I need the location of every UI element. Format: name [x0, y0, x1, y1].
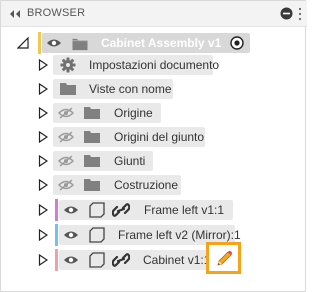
tree-item-label: Frame left v2 (Mirror):1 — [118, 228, 241, 242]
component-icon — [89, 227, 105, 243]
eye-icon[interactable] — [46, 38, 62, 48]
component-icon — [89, 202, 105, 218]
root-label: Cabinet Assembly v1 — [101, 36, 222, 50]
root-accent-bar — [38, 32, 41, 54]
browser-title: BROWSER — [27, 7, 86, 19]
collapsed-triangle-icon[interactable] — [38, 131, 48, 143]
activate-radio-icon[interactable] — [230, 36, 244, 50]
folder-icon — [84, 179, 100, 191]
tree-item[interactable]: Origine — [1, 102, 307, 124]
component-accent-bar — [55, 224, 58, 246]
tree-item[interactable]: Giunti — [1, 150, 307, 172]
tree-item[interactable]: Impostazioni documento — [1, 54, 307, 76]
tree-item-label: Origini del giunto — [114, 130, 205, 144]
tree-item[interactable]: Origini del giunto — [1, 126, 307, 148]
collapsed-triangle-icon[interactable] — [38, 155, 48, 167]
link-icon — [112, 253, 130, 267]
gear-icon — [60, 57, 76, 73]
collapsed-triangle-icon[interactable] — [38, 204, 48, 216]
eye-hidden-icon[interactable] — [58, 179, 74, 191]
folder-icon — [84, 155, 100, 167]
expanded-triangle-icon[interactable] — [17, 37, 29, 49]
component-accent-bar — [55, 249, 58, 271]
tree-root[interactable]: Cabinet Assembly v1 — [1, 32, 307, 54]
eye-hidden-icon[interactable] — [58, 155, 74, 167]
tree-item-label: Viste con nome — [89, 82, 172, 96]
collapsed-triangle-icon[interactable] — [38, 107, 48, 119]
panel-grip-icon[interactable] — [297, 5, 303, 23]
tree-item-label: Costruzione — [114, 178, 179, 192]
collapsed-triangle-icon[interactable] — [38, 254, 48, 266]
collapsed-triangle-icon[interactable] — [38, 179, 48, 191]
folder-icon — [84, 131, 100, 143]
tree-item[interactable]: Frame left v1:1 — [1, 199, 307, 221]
eye-icon[interactable] — [63, 230, 79, 240]
folder-icon — [84, 107, 100, 119]
component-accent-bar — [55, 199, 58, 221]
eye-icon[interactable] — [63, 255, 79, 265]
eye-hidden-icon[interactable] — [58, 131, 74, 143]
browser-panel: BROWSER Cabinet Assembly v1 Impostazioni… — [0, 0, 307, 292]
tree-item[interactable]: Costruzione — [1, 174, 307, 196]
eye-hidden-icon[interactable] — [58, 107, 74, 119]
collapsed-triangle-icon[interactable] — [38, 229, 48, 241]
pencil-edit-icon — [217, 250, 233, 266]
tree-item[interactable]: Viste con nome — [1, 78, 307, 100]
collapsed-triangle-icon[interactable] — [38, 59, 48, 71]
tree-item[interactable]: Cabinet v1:1 — [1, 249, 307, 271]
eye-icon[interactable] — [63, 205, 79, 215]
tree-item[interactable]: Frame left v2 (Mirror):1 — [1, 224, 307, 246]
link-icon — [112, 203, 130, 217]
tree-item-label: Cabinet v1:1 — [143, 253, 211, 267]
component-icon — [89, 252, 105, 268]
edit-in-place-button[interactable] — [206, 242, 241, 274]
browser-header: BROWSER — [1, 1, 307, 27]
tree-item-label: Frame left v1:1 — [144, 203, 225, 217]
double-chevron-left-icon[interactable] — [7, 7, 23, 21]
folder-icon — [60, 83, 76, 95]
assembly-icon — [72, 38, 88, 51]
minus-circle-icon[interactable] — [280, 7, 293, 20]
collapsed-triangle-icon[interactable] — [38, 83, 48, 95]
tree-item-label: Giunti — [114, 154, 146, 168]
tree-item-label: Origine — [114, 106, 153, 120]
tree-item-label: Impostazioni documento — [89, 58, 220, 72]
